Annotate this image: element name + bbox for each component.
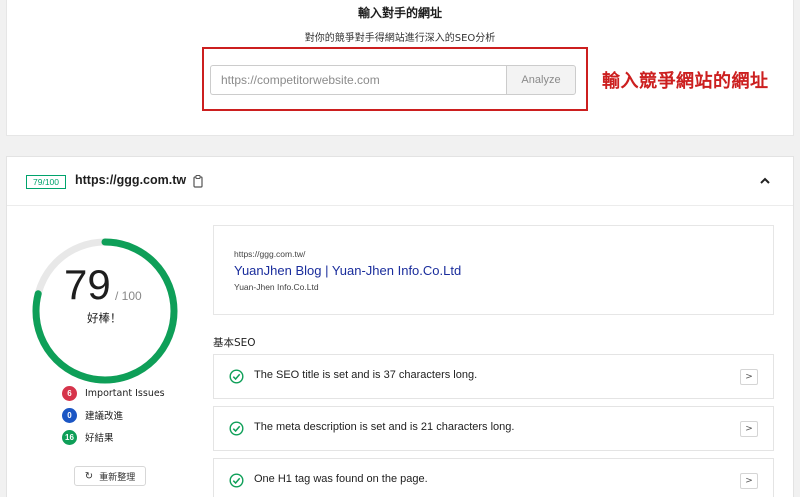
expand-button[interactable]: > <box>740 369 758 385</box>
chevron-right-icon: > <box>745 424 753 434</box>
competitor-url-input[interactable] <box>210 65 506 95</box>
refresh-label: 重新整理 <box>99 472 136 483</box>
serp-preview-title[interactable]: YuanJhen Blog | Yuan-Jhen Info.Co.Ltd <box>234 263 461 278</box>
check-text: One H1 tag was found on the page. <box>254 473 428 485</box>
chevron-right-icon: > <box>745 476 753 486</box>
site-url: https://ggg.com.tw <box>75 173 187 187</box>
analyze-button[interactable]: Analyze <box>506 65 576 95</box>
report-header[interactable]: 79/100 https://ggg.com.tw <box>7 157 793 206</box>
analyzer-subtitle: 對你的競爭對手得網站進行深入的SEO分析 <box>304 33 496 44</box>
clipboard-icon[interactable] <box>193 175 203 188</box>
seo-report-card: 79/100 https://ggg.com.tw 79 / 100 好棒！ 6… <box>6 156 794 497</box>
legend-important-issues[interactable]: 6 Important Issues <box>62 385 165 401</box>
chevron-up-icon[interactable] <box>758 175 772 187</box>
issue-count-badge: 0 <box>62 407 77 423</box>
check-circle-icon <box>229 473 244 488</box>
score-verdict: 好棒！ <box>87 311 122 325</box>
legend-label: 建議改進 <box>85 411 124 422</box>
serp-preview-description: Yuan-Jhen Info.Co.Ltd <box>234 282 319 292</box>
section-title: 基本SEO <box>213 337 256 349</box>
check-text: The meta description is set and is 21 ch… <box>254 421 515 433</box>
serp-preview-url: https://ggg.com.tw/ <box>234 249 306 259</box>
legend-good-results[interactable]: 16 好結果 <box>62 429 114 445</box>
issue-count-badge: 16 <box>62 429 77 445</box>
refresh-button[interactable]: ↻ 重新整理 <box>74 466 146 486</box>
annotation-label: 輸入競爭網站的網址 <box>602 71 769 92</box>
analyzer-title: 輸入對手的網址 <box>357 6 442 20</box>
score-value: 79 <box>64 261 111 308</box>
check-text: The SEO title is set and is 37 character… <box>254 369 478 381</box>
chevron-right-icon: > <box>745 372 753 382</box>
score-badge: 79/100 <box>26 175 66 189</box>
check-circle-icon <box>229 369 244 384</box>
score-max: / 100 <box>115 289 142 303</box>
expand-button[interactable]: > <box>740 421 758 437</box>
legend-label: Important Issues <box>85 387 165 399</box>
legend-label: 好結果 <box>85 433 114 444</box>
issue-count-badge: 6 <box>62 385 77 401</box>
check-circle-icon <box>229 421 244 436</box>
check-item[interactable]: The meta description is set and is 21 ch… <box>213 406 774 451</box>
check-item[interactable]: One H1 tag was found on the page. > <box>213 458 774 497</box>
refresh-icon: ↻ <box>84 470 94 482</box>
check-item[interactable]: The SEO title is set and is 37 character… <box>213 354 774 399</box>
expand-button[interactable]: > <box>740 473 758 489</box>
legend-suggestions[interactable]: 0 建議改進 <box>62 407 123 423</box>
